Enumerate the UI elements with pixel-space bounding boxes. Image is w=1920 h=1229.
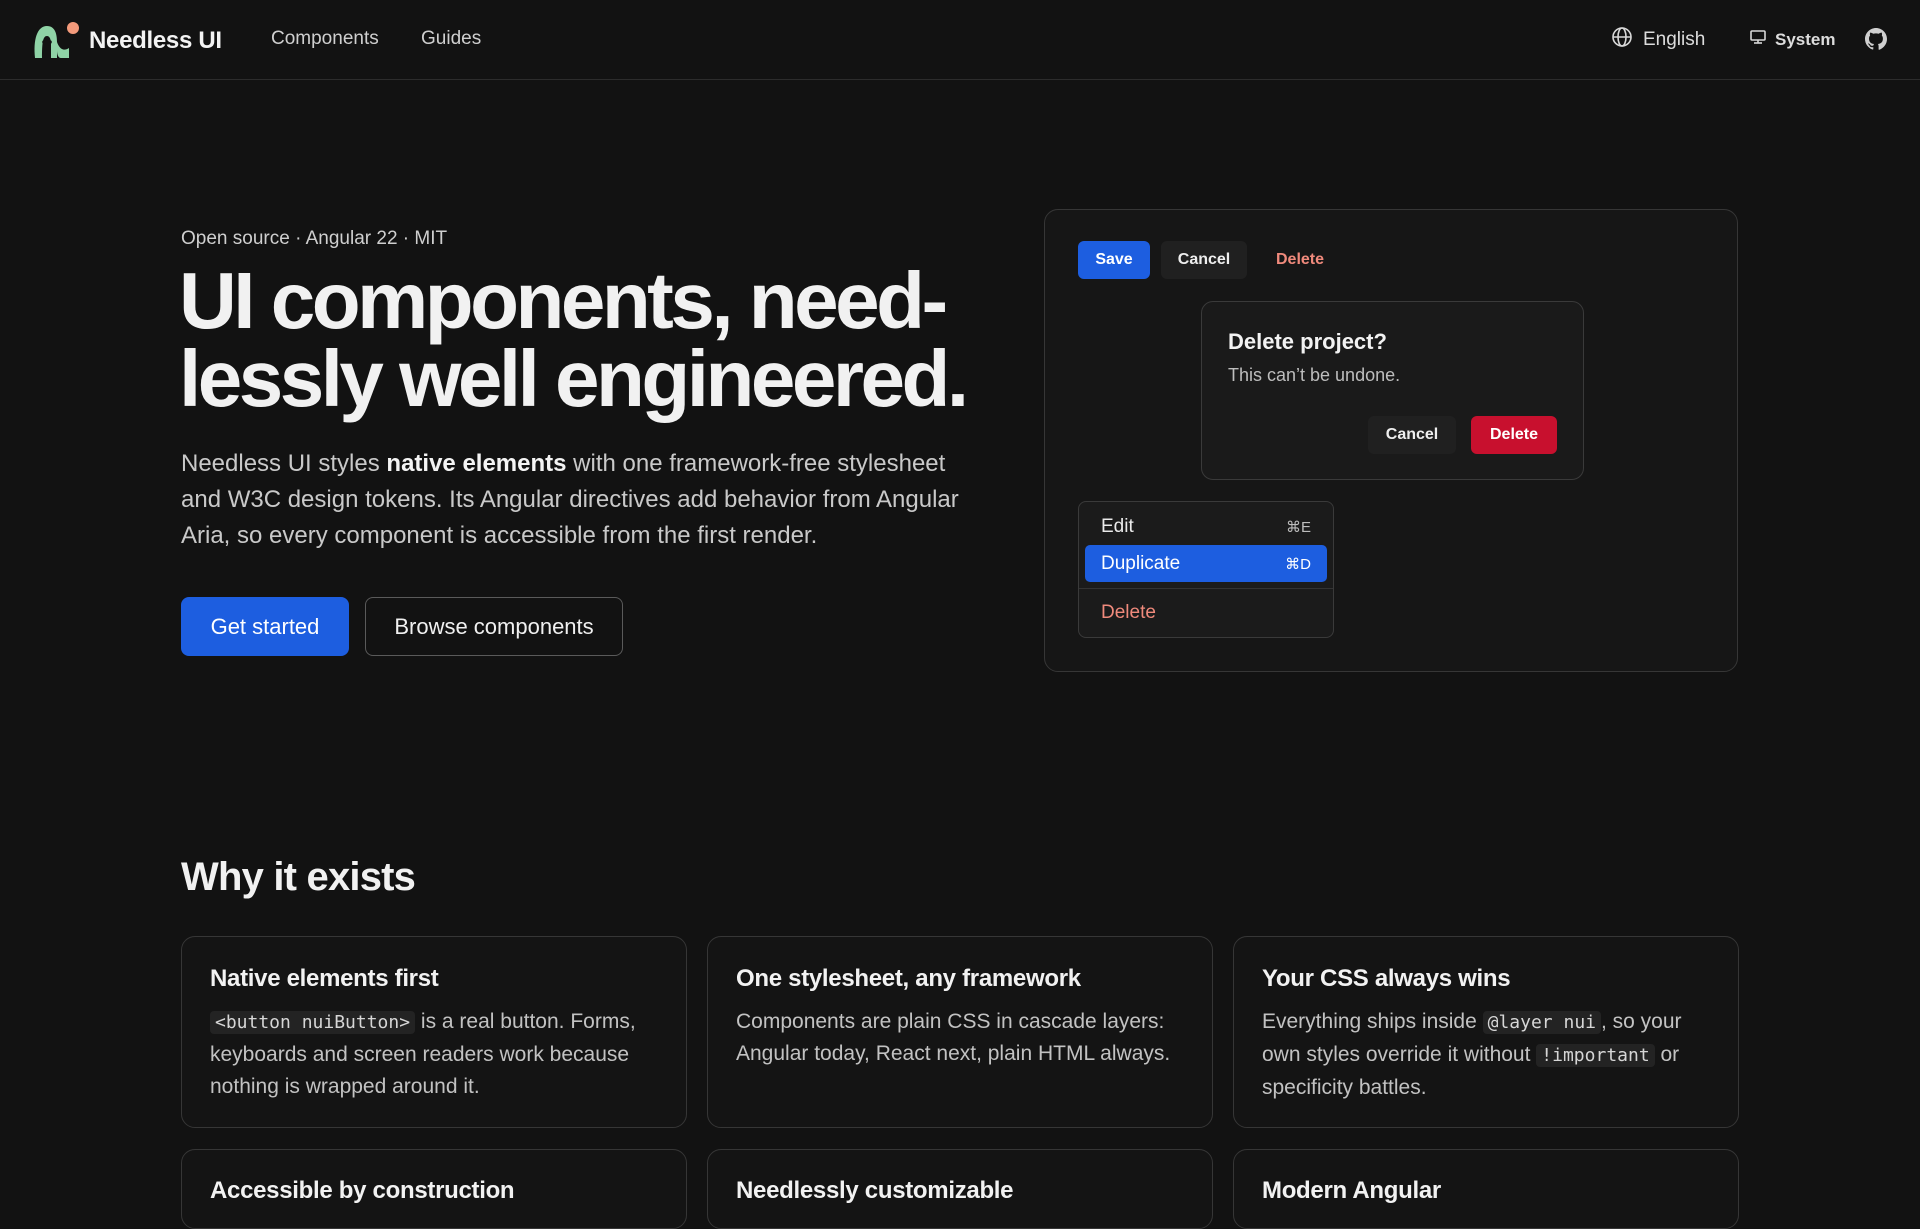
confirm-dialog: Delete project? This can’t be undone. Ca… (1201, 301, 1584, 480)
why-section-title: Why it exists (181, 855, 416, 899)
hero-title: UI components, need- lessly well enginee… (179, 261, 999, 419)
hero-description: Needless UI styles native elements with … (181, 446, 981, 554)
feature-card-modern-angular: Modern Angular (1233, 1149, 1739, 1229)
dialog-title: Delete project? (1228, 329, 1387, 354)
feature-card-css-wins: Your CSS always wins Everything ships in… (1233, 936, 1739, 1128)
get-started-button[interactable]: Get started (181, 597, 349, 656)
theme-switcher[interactable]: System (1749, 28, 1835, 51)
language-label: English (1643, 28, 1706, 50)
menu-item-label: Delete (1101, 601, 1156, 623)
feature-card-body: Components are plain CSS in cascade laye… (736, 1010, 1171, 1065)
feature-card-title: Needlessly customizable (736, 1177, 1014, 1204)
github-icon[interactable] (1864, 27, 1888, 51)
hero-title-line1: UI components, need- (179, 256, 948, 345)
demo-save-button[interactable]: Save (1078, 241, 1150, 279)
theme-label: System (1775, 29, 1836, 49)
feature-card-title: Your CSS always wins (1262, 965, 1511, 992)
language-switcher[interactable]: English (1611, 26, 1705, 53)
menu-item-delete[interactable]: Delete (1085, 594, 1327, 631)
hero-description-text: Needless UI styles (181, 450, 387, 477)
menu-item-label: Duplicate (1101, 552, 1181, 574)
feature-card-customizable: Needlessly customizable (707, 1149, 1213, 1229)
feature-card-text: Everything ships inside (1262, 1010, 1483, 1033)
brand-logo-link[interactable]: Needless UI (31, 20, 222, 62)
feature-card-stylesheet: One stylesheet, any framework Components… (707, 936, 1213, 1128)
top-nav: Needless UI Components Guides English Sy… (0, 0, 1920, 80)
feature-card-native: Native elements first <button nuiButton>… (181, 936, 687, 1128)
menu-item-edit[interactable]: Edit ⌘E (1085, 508, 1327, 545)
hero-eyebrow: Open source · Angular 22 · MIT (181, 228, 448, 249)
inline-code: !important (1536, 1044, 1655, 1067)
menu-item-shortcut: ⌘E (1285, 518, 1311, 536)
hero-title-line2: lessly well engineered. (179, 334, 969, 423)
demo-delete-button[interactable]: Delete (1257, 241, 1343, 279)
feature-card-title: One stylesheet, any framework (736, 965, 1081, 992)
dialog-delete-button[interactable]: Delete (1471, 416, 1557, 454)
brand-logo-icon (31, 20, 79, 62)
brand-name: Needless UI (89, 27, 222, 54)
feature-card-accessible: Accessible by construction (181, 1149, 687, 1229)
feature-card-title: Native elements first (210, 965, 439, 992)
nav-link-guides[interactable]: Guides (421, 28, 481, 50)
menu-item-shortcut: ⌘D (1285, 555, 1311, 573)
menu-item-label: Edit (1101, 515, 1134, 537)
menu-item-duplicate[interactable]: Duplicate ⌘D (1085, 545, 1327, 582)
monitor-icon (1749, 28, 1767, 51)
feature-card-body: Everything ships inside @layer nui, so y… (1262, 1006, 1722, 1104)
demo-cancel-button[interactable]: Cancel (1161, 241, 1247, 279)
dialog-body: This can’t be undone. (1228, 365, 1401, 385)
inline-code: <button nuiButton> (210, 1011, 416, 1034)
feature-card-title: Modern Angular (1262, 1177, 1441, 1204)
inline-code: @layer nui (1482, 1011, 1601, 1034)
context-menu: Edit ⌘E Duplicate ⌘D Delete (1078, 501, 1334, 638)
feature-card-body: <button nuiButton> is a real button. For… (210, 1006, 670, 1103)
globe-icon (1611, 26, 1633, 53)
menu-separator (1079, 588, 1333, 589)
dialog-cancel-button[interactable]: Cancel (1368, 416, 1456, 454)
nav-link-components[interactable]: Components (271, 28, 379, 50)
feature-card-title: Accessible by construction (210, 1177, 515, 1204)
hero-description-bold: native elements (386, 450, 567, 477)
browse-components-button[interactable]: Browse components (365, 597, 623, 656)
component-demo-panel: Save Cancel Delete Delete project? This … (1044, 209, 1738, 672)
